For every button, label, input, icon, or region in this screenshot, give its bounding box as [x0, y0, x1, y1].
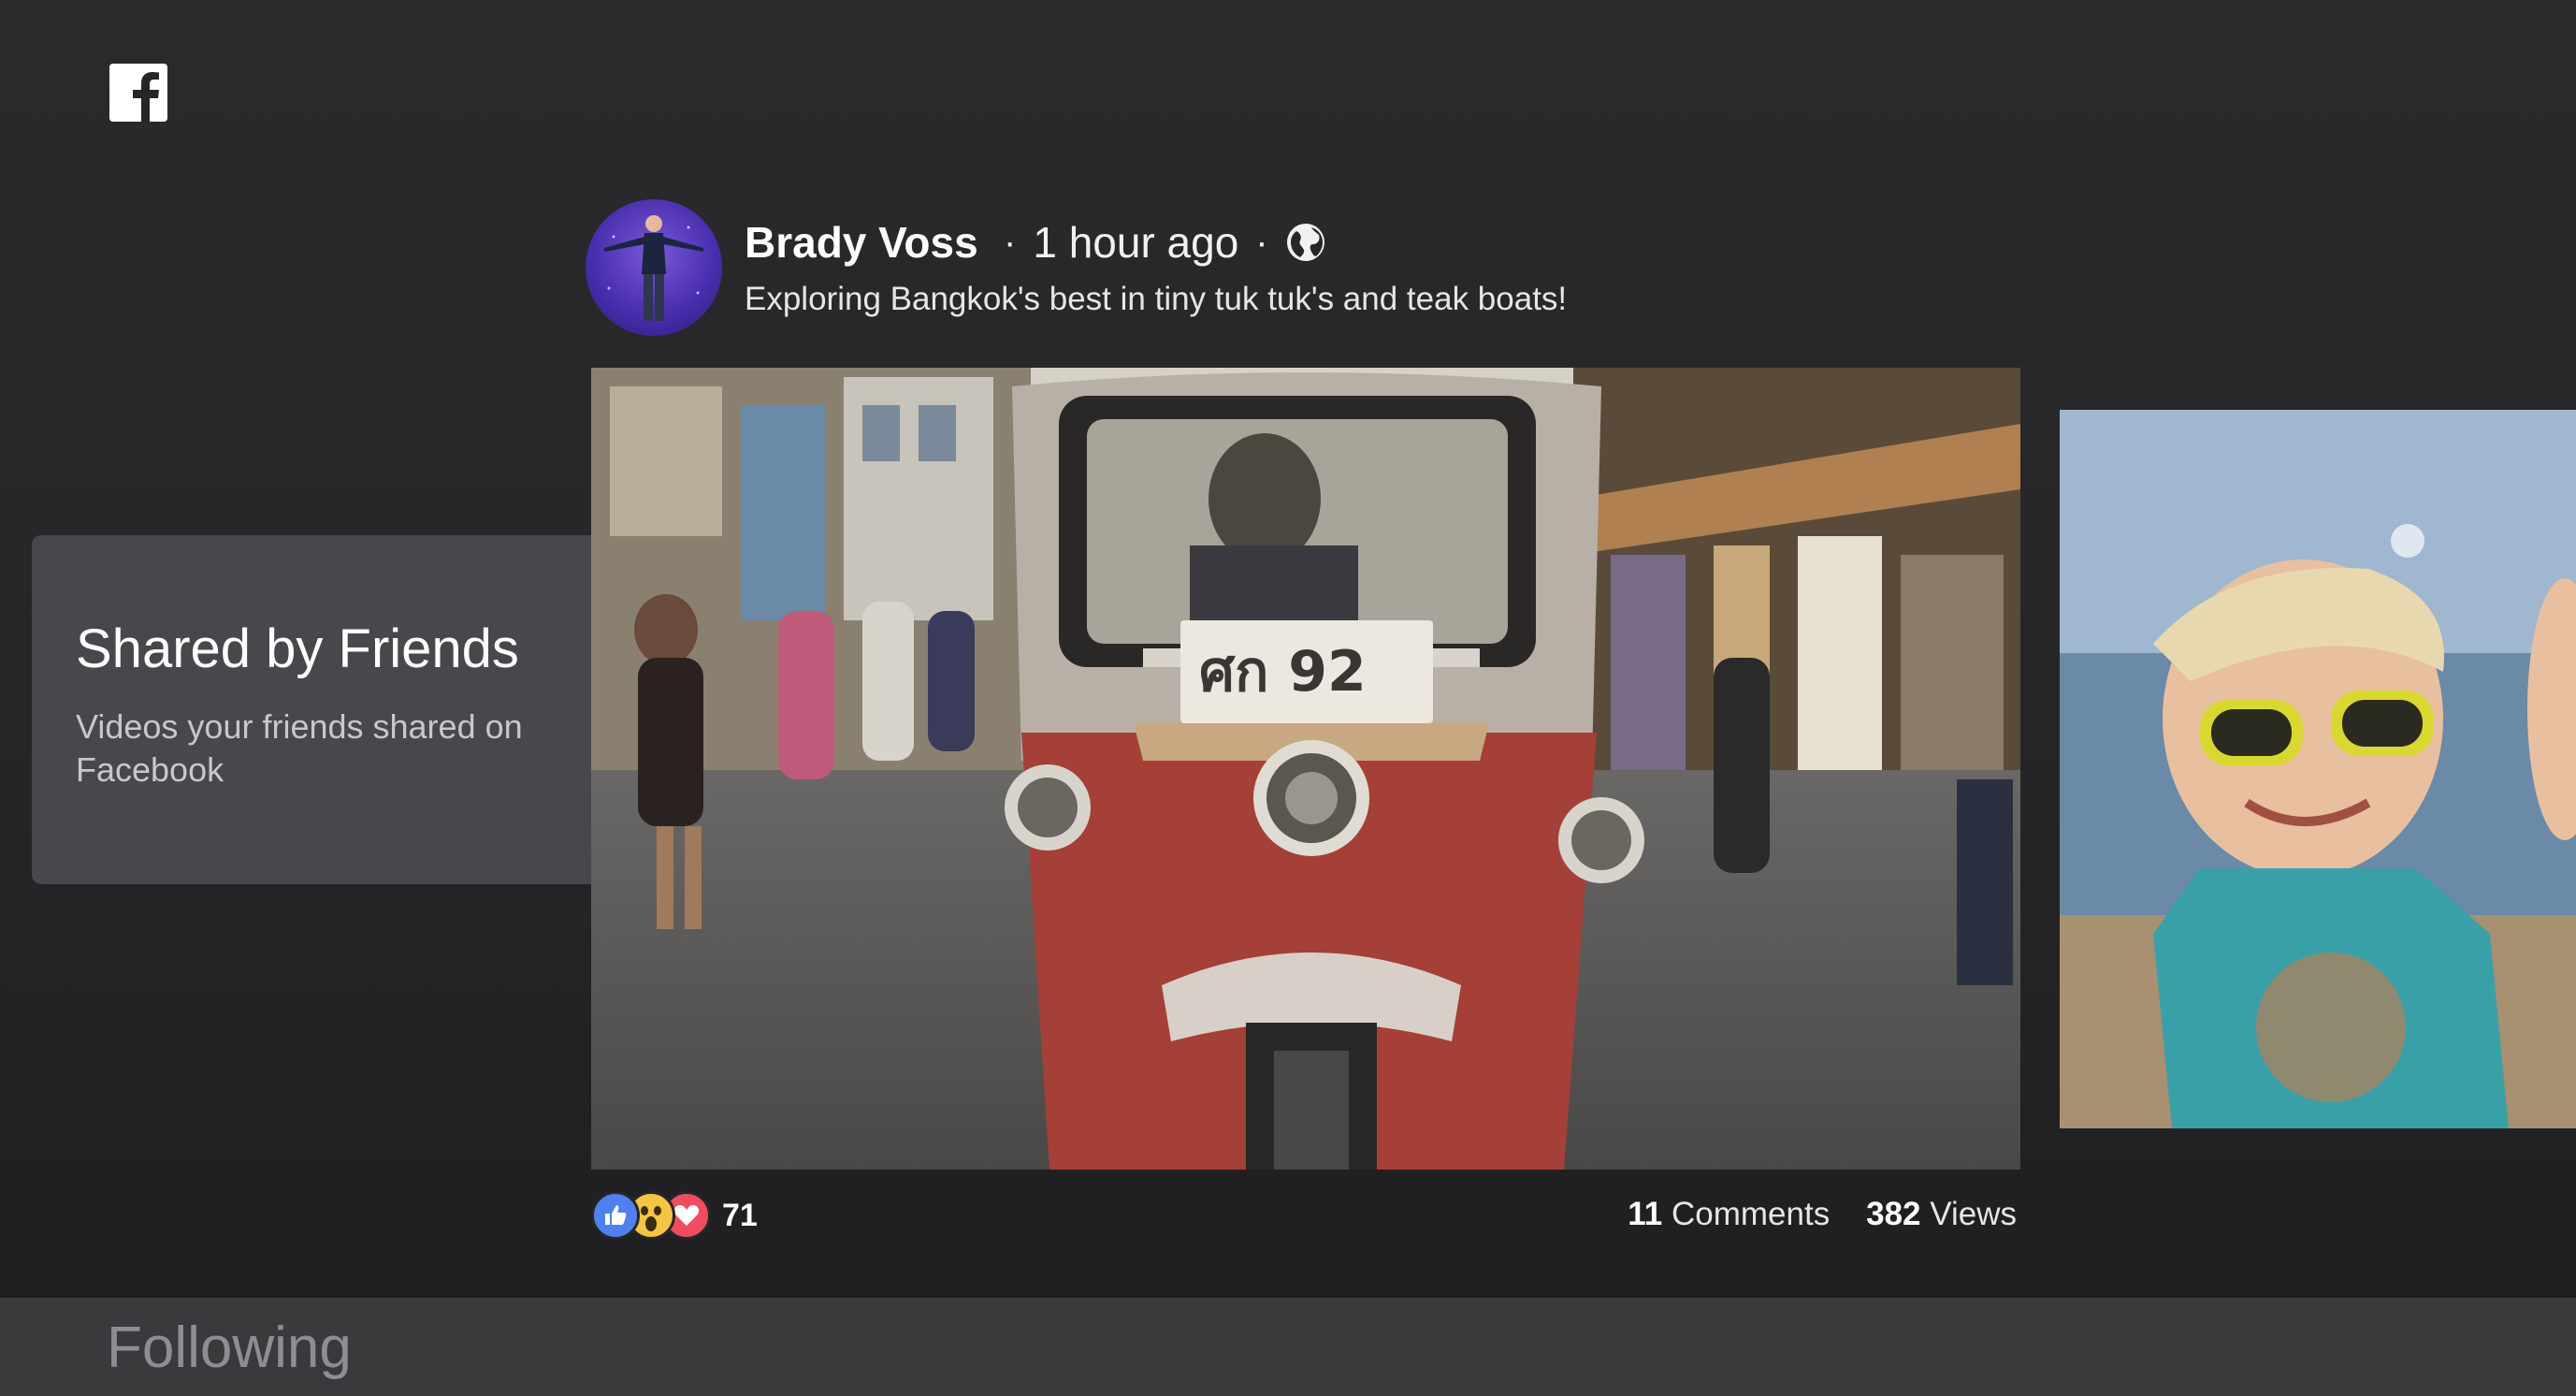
category-subtitle: Videos your friends shared on Facebook	[76, 707, 523, 789]
views-label: Views	[1930, 1196, 2017, 1232]
post-stats: 11 Comments 382 Views	[1628, 1196, 2017, 1233]
comments-label: Comments	[1672, 1196, 1831, 1232]
category-title: Shared by Friends	[76, 618, 519, 679]
reactions[interactable]: 71	[591, 1191, 758, 1240]
category-card[interactable]: Shared by Friends Videos your friends sh…	[32, 535, 591, 884]
following-row-label[interactable]: Following	[107, 1315, 352, 1381]
post-time: 1 hour ago	[1033, 218, 1239, 267]
separator-dot: ·	[1004, 221, 1017, 263]
comments-count: 11	[1628, 1196, 1663, 1232]
bottom-row	[0, 1296, 2576, 1396]
facebook-logo-icon	[109, 64, 167, 122]
post-caption: Exploring Bangkok's best in tiny tuk tuk…	[745, 281, 1568, 317]
reaction-count: 71	[722, 1197, 758, 1233]
svg-text:ศก 92: ศก 92	[1199, 639, 1367, 705]
post-meta: · 1 hour ago ·	[987, 217, 1326, 268]
next-video-thumbnail[interactable]	[2060, 410, 2576, 1128]
avatar[interactable]	[586, 199, 722, 336]
separator-dot: ·	[1255, 221, 1268, 263]
like-icon	[591, 1191, 640, 1240]
post-author[interactable]: Brady Voss	[745, 217, 978, 268]
video-thumbnail[interactable]: ศก 92	[591, 368, 2020, 1170]
views-count: 382	[1866, 1196, 1921, 1232]
globe-icon	[1285, 222, 1326, 263]
